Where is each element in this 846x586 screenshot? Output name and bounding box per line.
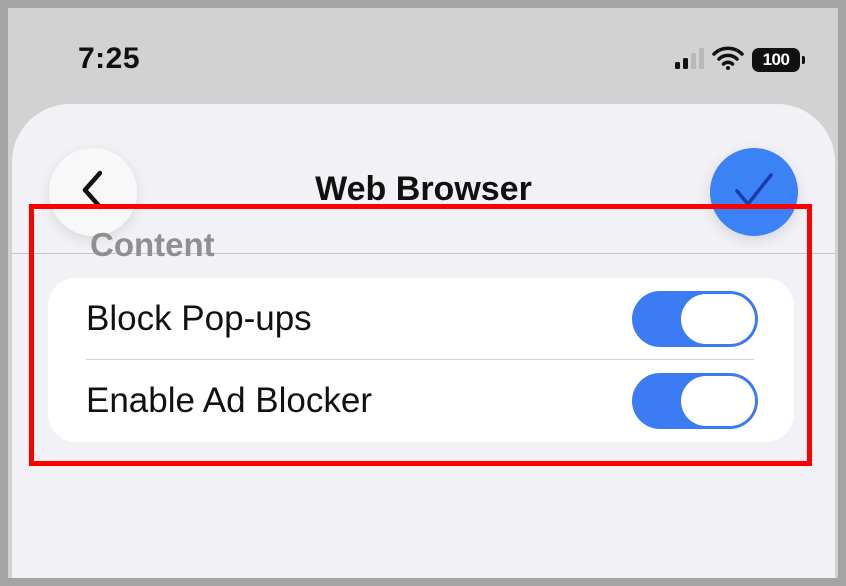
setting-row-block-popups: Block Pop-ups [48, 278, 794, 360]
toggle-knob [681, 376, 755, 426]
block-popups-toggle[interactable] [632, 291, 758, 347]
status-bar: 7:25 100 [8, 8, 838, 108]
cellular-signal-icon [674, 47, 704, 74]
setting-row-ad-blocker: Enable Ad Blocker [48, 360, 794, 442]
done-button[interactable] [710, 148, 798, 236]
ad-blocker-toggle[interactable] [632, 373, 758, 429]
status-time: 7:25 [78, 42, 141, 75]
app-frame: 7:25 100 Web Browser Content Block Pop-u… [8, 8, 838, 578]
battery-icon: 100 [752, 48, 805, 72]
setting-label: Enable Ad Blocker [86, 381, 373, 420]
setting-label: Block Pop-ups [86, 299, 312, 338]
toggle-knob [681, 294, 755, 344]
content-settings-group: Block Pop-ups Enable Ad Blocker [48, 278, 794, 442]
checkmark-icon [732, 170, 776, 215]
status-icons: 100 [674, 46, 805, 75]
section-header-content: Content [90, 226, 215, 263]
wifi-icon [712, 46, 744, 75]
battery-level: 100 [762, 50, 790, 69]
